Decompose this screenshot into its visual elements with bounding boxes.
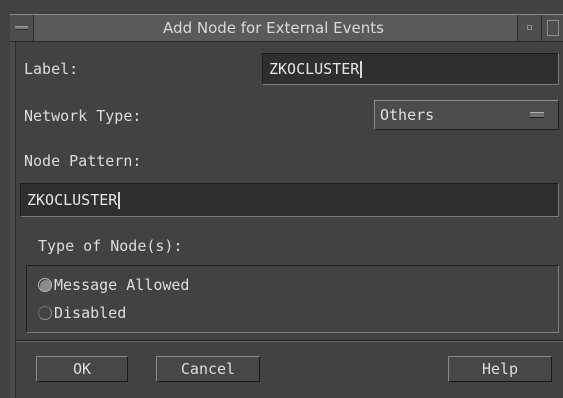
network-type-option-menu[interactable]: Others	[374, 100, 559, 130]
radio-message-allowed-label: Message Allowed	[54, 276, 190, 294]
maximize-button[interactable]	[541, 15, 563, 41]
text-cursor	[360, 61, 363, 78]
minimize-icon	[527, 25, 532, 30]
option-menu-indicator-icon	[530, 112, 544, 118]
ok-button[interactable]: OK	[36, 356, 128, 382]
radio-disabled-label: Disabled	[54, 304, 127, 322]
window-menu-icon	[15, 26, 28, 30]
title-bar[interactable]: Add Node for External Events	[10, 14, 563, 42]
help-button[interactable]: Help	[448, 356, 552, 382]
maximize-icon	[547, 20, 559, 36]
minimize-button[interactable]	[517, 15, 541, 41]
radio-selected-icon	[38, 278, 52, 292]
add-node-dialog: Add Node for External Events Label: ZKOC…	[0, 0, 563, 398]
window-frame-left	[10, 42, 16, 398]
label-input-value: ZKOCLUSTER	[269, 60, 360, 78]
cancel-button[interactable]: Cancel	[156, 356, 260, 382]
window-title: Add Node for External Events	[163, 19, 384, 37]
node-type-label: Type of Node(s):	[38, 237, 183, 255]
node-pattern-label: Node Pattern:	[24, 152, 142, 170]
label-input[interactable]: ZKOCLUSTER	[262, 53, 559, 85]
radio-disabled[interactable]: Disabled	[38, 304, 126, 324]
node-pattern-input[interactable]: ZKOCLUSTER	[20, 183, 559, 217]
text-cursor	[118, 192, 121, 209]
node-pattern-input-value: ZKOCLUSTER	[27, 191, 118, 209]
network-type-label: Network Type:	[24, 107, 142, 125]
label-field-label: Label:	[24, 60, 79, 78]
network-type-selected: Others	[380, 106, 435, 124]
button-area-separator	[16, 340, 563, 342]
radio-unselected-icon	[38, 306, 52, 320]
radio-message-allowed[interactable]: Message Allowed	[38, 276, 189, 296]
window-menu-button[interactable]	[10, 15, 34, 41]
